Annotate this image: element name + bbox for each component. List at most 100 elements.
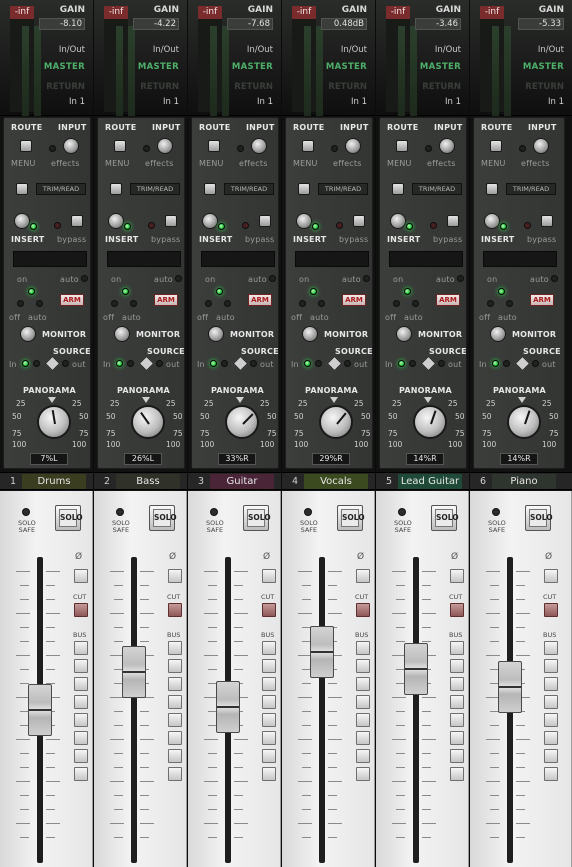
output-return[interactable]: RETURN — [525, 82, 564, 92]
peak-readout[interactable]: -inf — [480, 6, 504, 19]
effects-label[interactable]: effects — [333, 159, 362, 168]
channel-name[interactable]: Vocals — [304, 474, 368, 489]
insert-knob[interactable] — [108, 213, 124, 229]
menu-label[interactable]: MENU — [293, 159, 318, 168]
peak-readout[interactable]: -inf — [198, 6, 222, 19]
route-button[interactable] — [396, 140, 408, 152]
output-return[interactable]: RETURN — [328, 82, 367, 92]
bus-button[interactable] — [544, 641, 558, 655]
bus-button[interactable] — [74, 641, 88, 655]
trim-read-button[interactable] — [486, 183, 498, 195]
pan-knob[interactable] — [507, 405, 541, 439]
pan-knob[interactable] — [413, 405, 447, 439]
pan-knob[interactable] — [319, 405, 353, 439]
menu-label[interactable]: MENU — [387, 159, 412, 168]
input-source[interactable]: In 1 — [69, 97, 85, 107]
auto-mode-led[interactable] — [318, 300, 325, 307]
insert-knob[interactable] — [390, 213, 406, 229]
monitor-knob[interactable] — [208, 326, 224, 342]
solo-safe-led[interactable] — [304, 508, 312, 516]
off-led[interactable] — [393, 300, 400, 307]
insert-slot[interactable] — [201, 251, 275, 267]
auto-mode-led[interactable] — [130, 300, 137, 307]
gain-value[interactable]: -3.46 — [415, 18, 461, 30]
input-knob[interactable] — [251, 138, 267, 154]
source-out-led[interactable] — [438, 360, 445, 367]
bus-button[interactable] — [356, 749, 370, 763]
route-button[interactable] — [20, 140, 32, 152]
bus-button[interactable] — [168, 767, 182, 781]
bypass-button[interactable] — [541, 215, 553, 227]
insert-slot[interactable] — [13, 251, 87, 267]
insert-slot[interactable] — [389, 251, 463, 267]
bus-button[interactable] — [544, 713, 558, 727]
bus-button[interactable] — [356, 731, 370, 745]
monitor-knob[interactable] — [114, 326, 130, 342]
solo-button[interactable]: SOLO — [525, 505, 553, 531]
insert-slot[interactable] — [107, 251, 181, 267]
cut-button[interactable] — [544, 603, 558, 617]
phase-button[interactable] — [450, 569, 464, 583]
source-selector-icon[interactable] — [44, 355, 61, 372]
fader-cap[interactable] — [404, 643, 428, 696]
output-return[interactable]: RETURN — [46, 82, 85, 92]
trim-read-button[interactable] — [110, 183, 122, 195]
auto-mode-led[interactable] — [36, 300, 43, 307]
bus-button[interactable] — [356, 659, 370, 673]
solo-safe-led[interactable] — [492, 508, 500, 516]
bus-button[interactable] — [356, 677, 370, 691]
bypass-button[interactable] — [447, 215, 459, 227]
trim-read-button[interactable] — [298, 183, 310, 195]
pan-value[interactable]: 29%R — [312, 453, 350, 465]
effects-label[interactable]: effects — [521, 159, 550, 168]
gain-value[interactable]: 0.48dB — [321, 18, 367, 30]
bus-button[interactable] — [168, 695, 182, 709]
bus-button[interactable] — [168, 677, 182, 691]
input-knob[interactable] — [63, 138, 79, 154]
peak-readout[interactable]: -inf — [292, 6, 316, 19]
fader-cap[interactable] — [28, 684, 52, 736]
output-master[interactable]: MASTER — [420, 62, 461, 72]
bus-button[interactable] — [544, 749, 558, 763]
bus-button[interactable] — [74, 659, 88, 673]
bus-button[interactable] — [450, 677, 464, 691]
output-return[interactable]: RETURN — [234, 82, 273, 92]
fader-cap[interactable] — [310, 625, 334, 678]
bus-button[interactable] — [168, 731, 182, 745]
input-knob[interactable] — [533, 138, 549, 154]
solo-button[interactable]: SOLO — [55, 505, 83, 531]
pan-value[interactable]: 33%R — [218, 453, 256, 465]
automation-mode[interactable]: TRIM/READ — [36, 183, 86, 195]
output-master[interactable]: MASTER — [44, 62, 85, 72]
bus-button[interactable] — [262, 713, 276, 727]
output-return[interactable]: RETURN — [140, 82, 179, 92]
cut-button[interactable] — [168, 603, 182, 617]
bus-button[interactable] — [544, 659, 558, 673]
route-button[interactable] — [490, 140, 502, 152]
channel-name[interactable]: Piano — [492, 474, 556, 489]
peak-readout[interactable]: -inf — [10, 6, 34, 19]
source-out-led[interactable] — [532, 360, 539, 367]
source-out-led[interactable] — [344, 360, 351, 367]
phase-button[interactable] — [168, 569, 182, 583]
on-led[interactable] — [310, 288, 317, 295]
bus-button[interactable] — [74, 731, 88, 745]
automation-mode[interactable]: TRIM/READ — [318, 183, 368, 195]
bus-button[interactable] — [544, 731, 558, 745]
on-led[interactable] — [28, 288, 35, 295]
arm-button[interactable]: ARM — [248, 294, 272, 306]
route-button[interactable] — [114, 140, 126, 152]
effects-label[interactable]: effects — [145, 159, 174, 168]
bus-button[interactable] — [168, 749, 182, 763]
input-source[interactable]: In 1 — [351, 97, 367, 107]
source-in-led[interactable] — [116, 360, 123, 367]
bus-button[interactable] — [74, 767, 88, 781]
on-led[interactable] — [404, 288, 411, 295]
route-button[interactable] — [208, 140, 220, 152]
on-led[interactable] — [498, 288, 505, 295]
insert-slot[interactable] — [295, 251, 369, 267]
menu-label[interactable]: MENU — [481, 159, 506, 168]
off-led[interactable] — [205, 300, 212, 307]
channel-name[interactable]: Drums — [22, 474, 86, 489]
bypass-button[interactable] — [353, 215, 365, 227]
